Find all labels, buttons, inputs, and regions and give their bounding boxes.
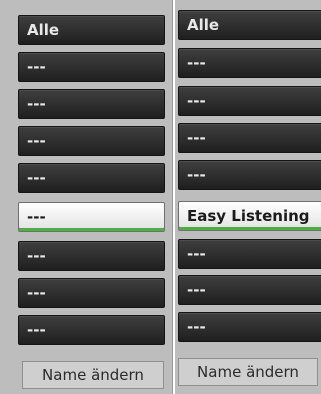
list-item[interactable]: ---: [178, 123, 321, 153]
list-item[interactable]: ---: [178, 239, 321, 269]
list-item[interactable]: ---: [178, 312, 321, 342]
rename-button[interactable]: Name ändern: [22, 361, 164, 389]
list-item[interactable]: ---: [178, 160, 321, 190]
list-item[interactable]: ---: [18, 163, 165, 193]
list-item[interactable]: ---: [18, 241, 165, 271]
list-item-selected[interactable]: ---: [18, 202, 165, 232]
list-item-alle[interactable]: Alle: [18, 15, 165, 45]
list-item[interactable]: ---: [178, 48, 321, 78]
list-item[interactable]: ---: [178, 275, 321, 305]
list-item[interactable]: ---: [18, 315, 165, 345]
style-list-panel-right: Alle --- --- --- --- Easy Listening --- …: [175, 0, 321, 394]
list-item-alle[interactable]: Alle: [178, 10, 321, 40]
list-item[interactable]: ---: [18, 89, 165, 119]
list-item[interactable]: ---: [18, 278, 165, 308]
list-item-selected[interactable]: Easy Listening: [178, 201, 321, 231]
list-item[interactable]: ---: [18, 126, 165, 156]
list-item[interactable]: ---: [18, 52, 165, 82]
rename-button[interactable]: Name ändern: [178, 358, 318, 386]
list-item[interactable]: ---: [178, 86, 321, 116]
style-list-panel-left: Alle --- --- --- --- --- --- --- --- Nam…: [0, 0, 173, 394]
